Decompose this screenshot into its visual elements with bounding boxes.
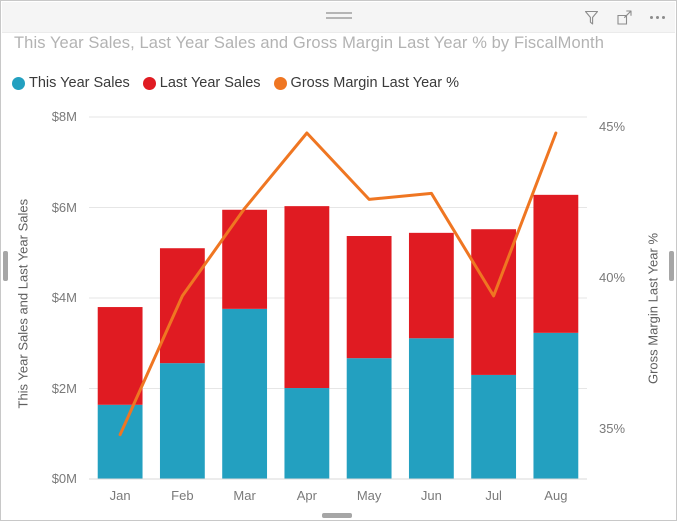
bar-segment[interactable] — [533, 194, 579, 333]
visual-header-icons — [581, 5, 667, 29]
chart-legend: This Year Sales Last Year Sales Gross Ma… — [12, 74, 472, 92]
legend-label-gross-margin-last-year-pct: Gross Margin Last Year % — [290, 75, 459, 91]
gridlines — [89, 116, 587, 480]
legend-swatch-last-year-sales — [142, 76, 156, 90]
x-axis-tick-label: Feb — [171, 488, 194, 503]
right-axis-tick-label: 45% — [599, 118, 626, 134]
bar-segment[interactable] — [222, 308, 268, 479]
bar-segment[interactable] — [97, 404, 143, 479]
left-axis-tick-label: $8M — [51, 109, 77, 124]
bar-segment[interactable] — [408, 232, 454, 339]
bar-segment[interactable] — [408, 338, 454, 479]
left-axis-tick-label: $2M — [51, 380, 77, 396]
line-series-group — [118, 131, 558, 437]
bar-segment[interactable] — [284, 388, 330, 479]
x-axis-tick-label: Jan — [109, 488, 131, 503]
bar-segment[interactable] — [346, 358, 392, 479]
category-scrollbar[interactable] — [322, 513, 352, 518]
drag-handle[interactable] — [325, 12, 352, 21]
right-axis-tick-label: 40% — [599, 269, 626, 285]
x-axis-tick-label: Apr — [296, 488, 317, 503]
more-options-icon[interactable] — [647, 7, 667, 27]
legend-label-this-year-sales: This Year Sales — [29, 75, 130, 91]
bar-segment[interactable] — [533, 332, 579, 479]
line-series-gross-margin-last-year-pct[interactable] — [118, 131, 558, 437]
bar-segment[interactable] — [159, 248, 205, 364]
x-axis-tick-label: Jun — [420, 488, 442, 503]
right-axis-tick-label: 35% — [599, 420, 626, 436]
left-axis-tick-label: $4M — [51, 290, 77, 305]
x-axis-tick-label: May — [356, 488, 382, 503]
left-axis-tick-label: $6M — [51, 199, 77, 215]
bar-segment[interactable] — [97, 307, 143, 405]
focus-mode-icon[interactable] — [614, 7, 634, 27]
bar-segment[interactable] — [284, 206, 330, 389]
right-axis-scrollbar[interactable] — [669, 251, 674, 281]
power-bi-visual-container: This Year Sales, Last Year Sales and Gro… — [0, 0, 677, 521]
bar-segment[interactable] — [346, 236, 392, 359]
chart-title: This Year Sales, Last Year Sales and Gro… — [14, 34, 605, 52]
bar-series-group — [97, 194, 579, 479]
right-axis-title: Gross Margin Last Year % — [645, 232, 661, 385]
legend-item-last-year-sales[interactable]: Last Year Sales — [142, 75, 261, 91]
legend-item-gross-margin-last-year-pct[interactable]: Gross Margin Last Year % — [273, 75, 459, 91]
visual-header — [2, 2, 675, 33]
x-axis-tick-label: Mar — [233, 488, 256, 503]
legend-swatch-gross-margin-last-year-pct — [273, 76, 287, 90]
filter-icon[interactable] — [581, 7, 601, 27]
bar-segment[interactable] — [222, 209, 268, 309]
legend-swatch-this-year-sales — [12, 76, 25, 90]
legend-item-this-year-sales[interactable]: This Year Sales — [12, 75, 130, 91]
x-axis-tick-label: Jul — [485, 488, 502, 503]
legend-label-last-year-sales: Last Year Sales — [159, 75, 261, 91]
left-axis-title: This Year Sales and Last Year Sales — [15, 198, 31, 409]
bar-segment[interactable] — [471, 374, 517, 479]
bar-segment[interactable] — [159, 363, 205, 479]
left-axis-scrollbar[interactable] — [3, 251, 8, 281]
x-axis-tick-label: Aug — [544, 488, 568, 503]
bar-segment[interactable] — [471, 229, 517, 375]
left-axis-tick-label: $0M — [51, 471, 77, 486]
